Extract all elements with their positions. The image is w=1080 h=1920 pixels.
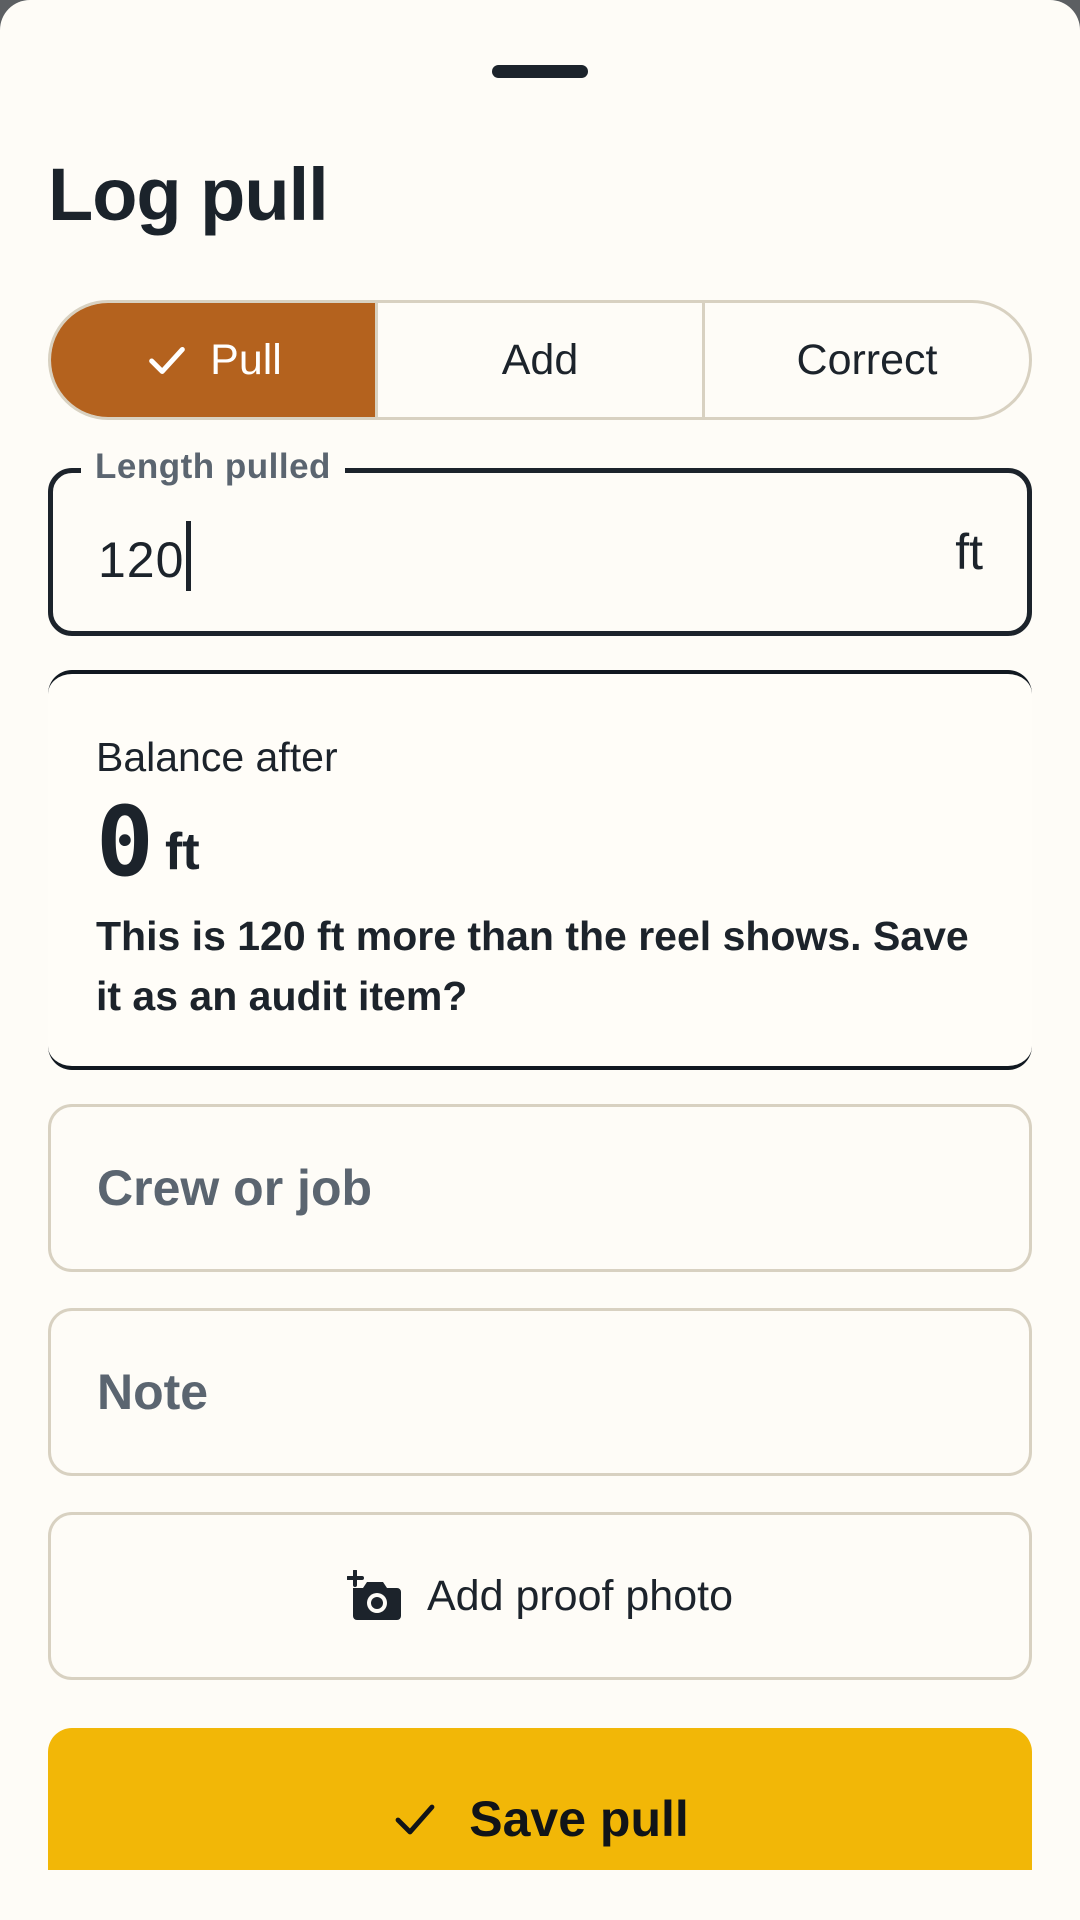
bottom-safe-area xyxy=(0,1870,1080,1920)
balance-after-card: Balance after 0 ft This is 120 ft more t… xyxy=(48,670,1032,1070)
length-pulled-field[interactable]: Length pulled 120 ft xyxy=(48,447,1032,636)
log-pull-sheet: Log pull Pull Add Correct Length pulled … xyxy=(0,0,1080,1920)
balance-label: Balance after xyxy=(96,734,338,780)
length-pulled-label: Length pulled xyxy=(81,447,345,487)
tab-correct-label: Correct xyxy=(796,335,938,384)
add-proof-photo-label: Add proof photo xyxy=(426,1571,734,1620)
balance-value: 0 xyxy=(96,786,154,898)
crew-or-job-input[interactable]: Crew or job xyxy=(48,1104,1032,1272)
text-caret xyxy=(186,521,192,591)
check-icon xyxy=(149,346,185,374)
balance-unit: ft xyxy=(165,823,200,881)
tab-pull[interactable]: Pull xyxy=(51,303,375,417)
crew-or-job-placeholder: Crew or job xyxy=(97,1160,373,1216)
tab-correct[interactable]: Correct xyxy=(702,303,1029,417)
tab-pull-label: Pull xyxy=(210,335,282,384)
length-unit: ft xyxy=(955,524,983,580)
audit-warning-message: This is 120 ft more than the reel shows.… xyxy=(96,913,969,1019)
length-pulled-input[interactable]: 120 xyxy=(98,521,192,591)
drag-handle[interactable] xyxy=(492,65,588,78)
check-icon xyxy=(395,1804,435,1835)
tab-add[interactable]: Add xyxy=(375,303,702,417)
mode-segmented-control: Pull Add Correct xyxy=(48,300,1032,420)
tab-add-label: Add xyxy=(501,335,579,384)
note-input[interactable]: Note xyxy=(48,1308,1032,1476)
sheet-title: Log pull xyxy=(48,153,329,236)
add-camera-icon xyxy=(346,1570,401,1620)
save-pull-label: Save pull xyxy=(469,1791,689,1847)
add-proof-photo-button[interactable]: Add proof photo xyxy=(48,1512,1032,1680)
length-pulled-value: 120 xyxy=(98,532,185,588)
note-placeholder: Note xyxy=(97,1364,209,1420)
